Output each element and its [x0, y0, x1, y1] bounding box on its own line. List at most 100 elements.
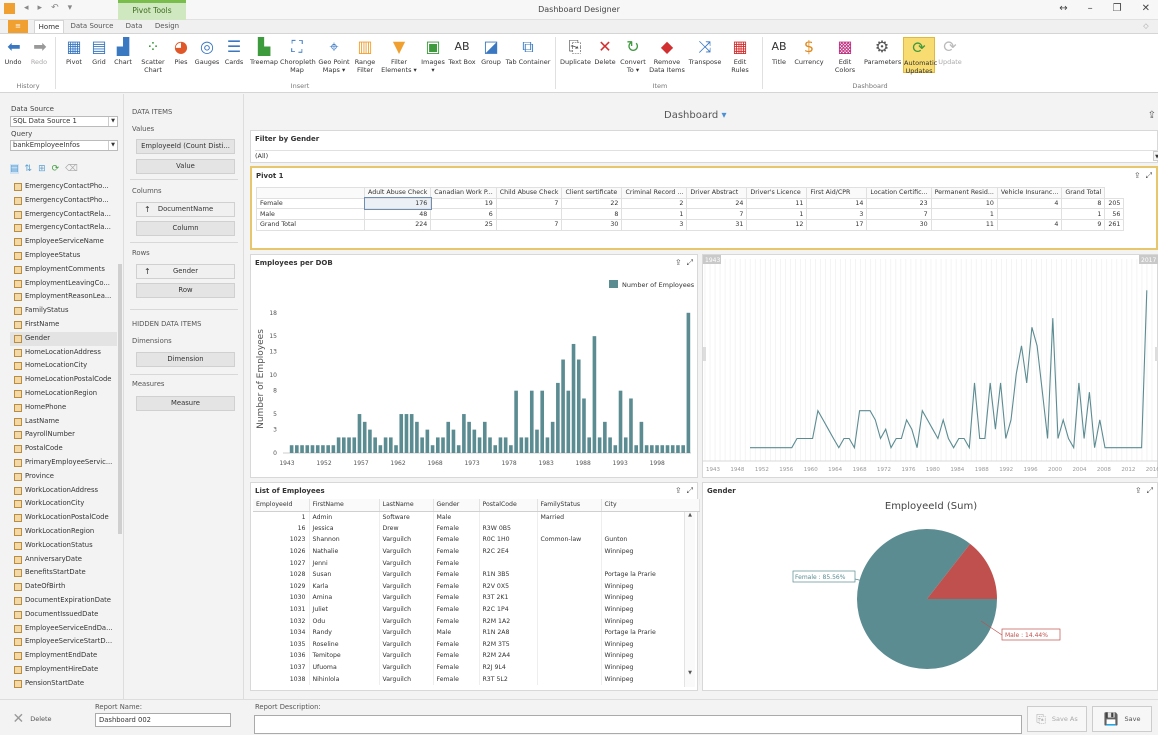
- export-icon[interactable]: ⇪: [675, 486, 682, 496]
- geo-point-maps-button[interactable]: ⌖ Geo Point Maps ▾: [318, 37, 350, 74]
- pivot-cell[interactable]: 7: [495, 219, 563, 231]
- pivot-cell[interactable]: 14: [806, 197, 868, 210]
- gauges-button[interactable]: ◎ Gauges: [194, 37, 220, 67]
- report-description-input[interactable]: [254, 715, 1022, 734]
- pivot-cell[interactable]: 30: [561, 219, 623, 231]
- add-calculated-field-icon[interactable]: ⊞: [38, 164, 46, 174]
- field-item[interactable]: FirstName: [10, 318, 123, 332]
- field-item[interactable]: EmployeeServiceStartD...: [10, 635, 123, 649]
- sort-ascending-icon[interactable]: ↑: [144, 265, 151, 278]
- field-item[interactable]: EmployeeServiceName: [10, 235, 123, 249]
- table-row[interactable]: 1023 Shannon Varguilch Female R0C 1H0 Common-…: [253, 534, 700, 546]
- tab-data-source[interactable]: Data Source: [70, 20, 114, 33]
- pivot-cell[interactable]: 56: [1104, 208, 1125, 221]
- field-item[interactable]: EmploymentReasonLea...: [10, 290, 123, 304]
- cards-button[interactable]: ☰ Cards: [222, 37, 246, 67]
- pivot-cell[interactable]: 12: [746, 219, 808, 231]
- pivot-cell[interactable]: 11: [930, 219, 998, 231]
- pivot-cell[interactable]: [495, 208, 563, 221]
- gender-filter-combo[interactable]: (All) ▼: [255, 150, 1158, 161]
- pivot-cell[interactable]: 3: [806, 208, 868, 221]
- rows-data-item[interactable]: ↑ Gender: [136, 264, 235, 279]
- transpose-button[interactable]: ⤨ Transpose: [688, 37, 722, 67]
- redo-button[interactable]: ➡ Redo: [30, 37, 48, 67]
- range-line-chart[interactable]: 1943 2017 1943 1948 1952 1956 1960 1964 1968 1972…: [703, 255, 1158, 479]
- pivot-cell[interactable]: 1: [930, 208, 998, 221]
- table-row[interactable]: 1035 Roseline Varguilch Female R2M 3T5 Winnip…: [253, 638, 700, 651]
- pivot-cell[interactable]: 31: [686, 219, 748, 231]
- field-item[interactable]: EmployeeStatus: [10, 249, 123, 263]
- pivot-cell[interactable]: 176: [363, 197, 432, 210]
- field-item[interactable]: EmergencyContactPho...: [10, 194, 123, 208]
- pivot-cell[interactable]: 10: [930, 197, 998, 210]
- title-button[interactable]: AB Title: [767, 37, 791, 67]
- parameters-button[interactable]: ⚙ Parameters: [864, 37, 901, 67]
- table-row[interactable]: 1 Admin Software Male Married: [253, 511, 700, 523]
- field-item[interactable]: PensionStartDate: [10, 677, 123, 691]
- pivot-cell[interactable]: 7: [495, 197, 563, 210]
- pivot-column-header[interactable]: Driver Abstract: [686, 187, 748, 199]
- column-drop-slot[interactable]: Column: [136, 221, 235, 236]
- qat-menu-icon[interactable]: ▾: [68, 3, 73, 14]
- pivot-cell[interactable]: 261: [1104, 219, 1125, 231]
- sort-ascending-icon[interactable]: ↑: [144, 203, 151, 216]
- report-name-input[interactable]: Dashboard 002: [95, 713, 231, 727]
- table-row[interactable]: 1032 Odu Varguilch Female R2M 1A2 Winnipeg: [253, 615, 700, 627]
- clear-icon[interactable]: ⌫: [65, 164, 78, 174]
- grid-column-header[interactable]: City: [601, 499, 700, 512]
- scroll-down-icon[interactable]: ▼: [685, 670, 695, 676]
- table-row[interactable]: 1034 Randy Varguilch Male R1N 2A8 Portage la …: [253, 626, 700, 639]
- group-button[interactable]: ◪ Group: [480, 37, 502, 67]
- pivot-cell[interactable]: 6: [430, 208, 497, 221]
- grid-column-header[interactable]: PostalCode: [479, 499, 538, 512]
- currency-button[interactable]: $ Currency: [794, 37, 824, 67]
- back-icon[interactable]: ◂: [24, 3, 29, 14]
- table-row[interactable]: 1036 Temitope Varguilch Female R2M 2A4 Winnip…: [253, 650, 700, 662]
- pivot-column-header[interactable]: Driver's Licence: [746, 187, 808, 199]
- pivot-cell[interactable]: 22: [561, 197, 623, 210]
- pivot-cell[interactable]: 7: [686, 208, 748, 221]
- pivot-cell[interactable]: 48: [363, 208, 432, 221]
- pivot-cell[interactable]: 1: [746, 208, 808, 221]
- field-item[interactable]: Gender: [10, 331, 123, 346]
- pivot-cell[interactable]: 30: [866, 219, 932, 231]
- field-item[interactable]: PrimaryEmployeeServic...: [10, 456, 123, 470]
- field-item[interactable]: DocumentIssuedDate: [10, 608, 123, 622]
- pivot-column-header[interactable]: [256, 187, 365, 199]
- filter-funnel-icon[interactable]: ▾: [721, 110, 726, 121]
- table-row[interactable]: 1026 Nathalie Varguilch Female R2C 2E4 Winnip…: [253, 545, 700, 558]
- field-item[interactable]: PostalCode: [10, 442, 123, 456]
- field-item[interactable]: WorkLocationStatus: [10, 539, 123, 553]
- table-row[interactable]: 1038 Nihinlola Varguilch Female R3T 5L2 Winni…: [253, 673, 700, 685]
- chart-button[interactable]: ▟ Chart: [112, 37, 134, 67]
- sort-az-icon[interactable]: ⇅: [25, 164, 33, 174]
- pivot-cell[interactable]: 17: [806, 219, 868, 231]
- undo-button[interactable]: ⬅ Undo: [4, 37, 22, 67]
- pivot-cell[interactable]: 2: [621, 197, 688, 210]
- field-item[interactable]: AnniversaryDate: [10, 553, 123, 567]
- group-by-type-icon[interactable]: ▤: [10, 164, 19, 174]
- table-row[interactable]: 16 Jessica Drew Female R3W 0B5: [253, 522, 700, 535]
- field-item[interactable]: HomeLocationAddress: [10, 346, 123, 360]
- grid-column-header[interactable]: LastName: [379, 499, 434, 512]
- pivot-cell[interactable]: 7: [866, 208, 932, 221]
- export-icon[interactable]: ⇪: [1148, 110, 1156, 121]
- pivot-row-header[interactable]: Grand Total: [256, 219, 365, 231]
- field-item[interactable]: EmployeeServiceEndDa...: [10, 622, 123, 636]
- field-item[interactable]: EmploymentEndDate: [10, 649, 123, 663]
- pivot-cell[interactable]: 9: [1061, 219, 1106, 231]
- pivot-column-header[interactable]: Criminal Record ...: [621, 187, 688, 199]
- pivot-cell[interactable]: 3: [621, 219, 688, 231]
- delete-report-button[interactable]: ✕ Delete: [6, 706, 58, 732]
- field-item[interactable]: HomeLocationRegion: [10, 387, 123, 401]
- grid-column-header[interactable]: FamilyStatus: [537, 499, 602, 512]
- field-item[interactable]: DocumentExpirationDate: [10, 594, 123, 608]
- data-source-select[interactable]: SQL Data Source 1 ▼: [10, 116, 118, 127]
- remove-data-items-button[interactable]: ◆ Remove Data Items: [648, 37, 686, 74]
- minimize-button[interactable]: –: [1088, 3, 1093, 14]
- close-button[interactable]: ✕: [1142, 3, 1150, 14]
- range-filter-button[interactable]: ▥ Range Filter: [353, 37, 377, 74]
- choropleth-map-button[interactable]: ⛶ Choropleth Map: [280, 37, 316, 74]
- file-tab[interactable]: ≡: [8, 20, 28, 33]
- pivot-cell[interactable]: 11: [746, 197, 808, 210]
